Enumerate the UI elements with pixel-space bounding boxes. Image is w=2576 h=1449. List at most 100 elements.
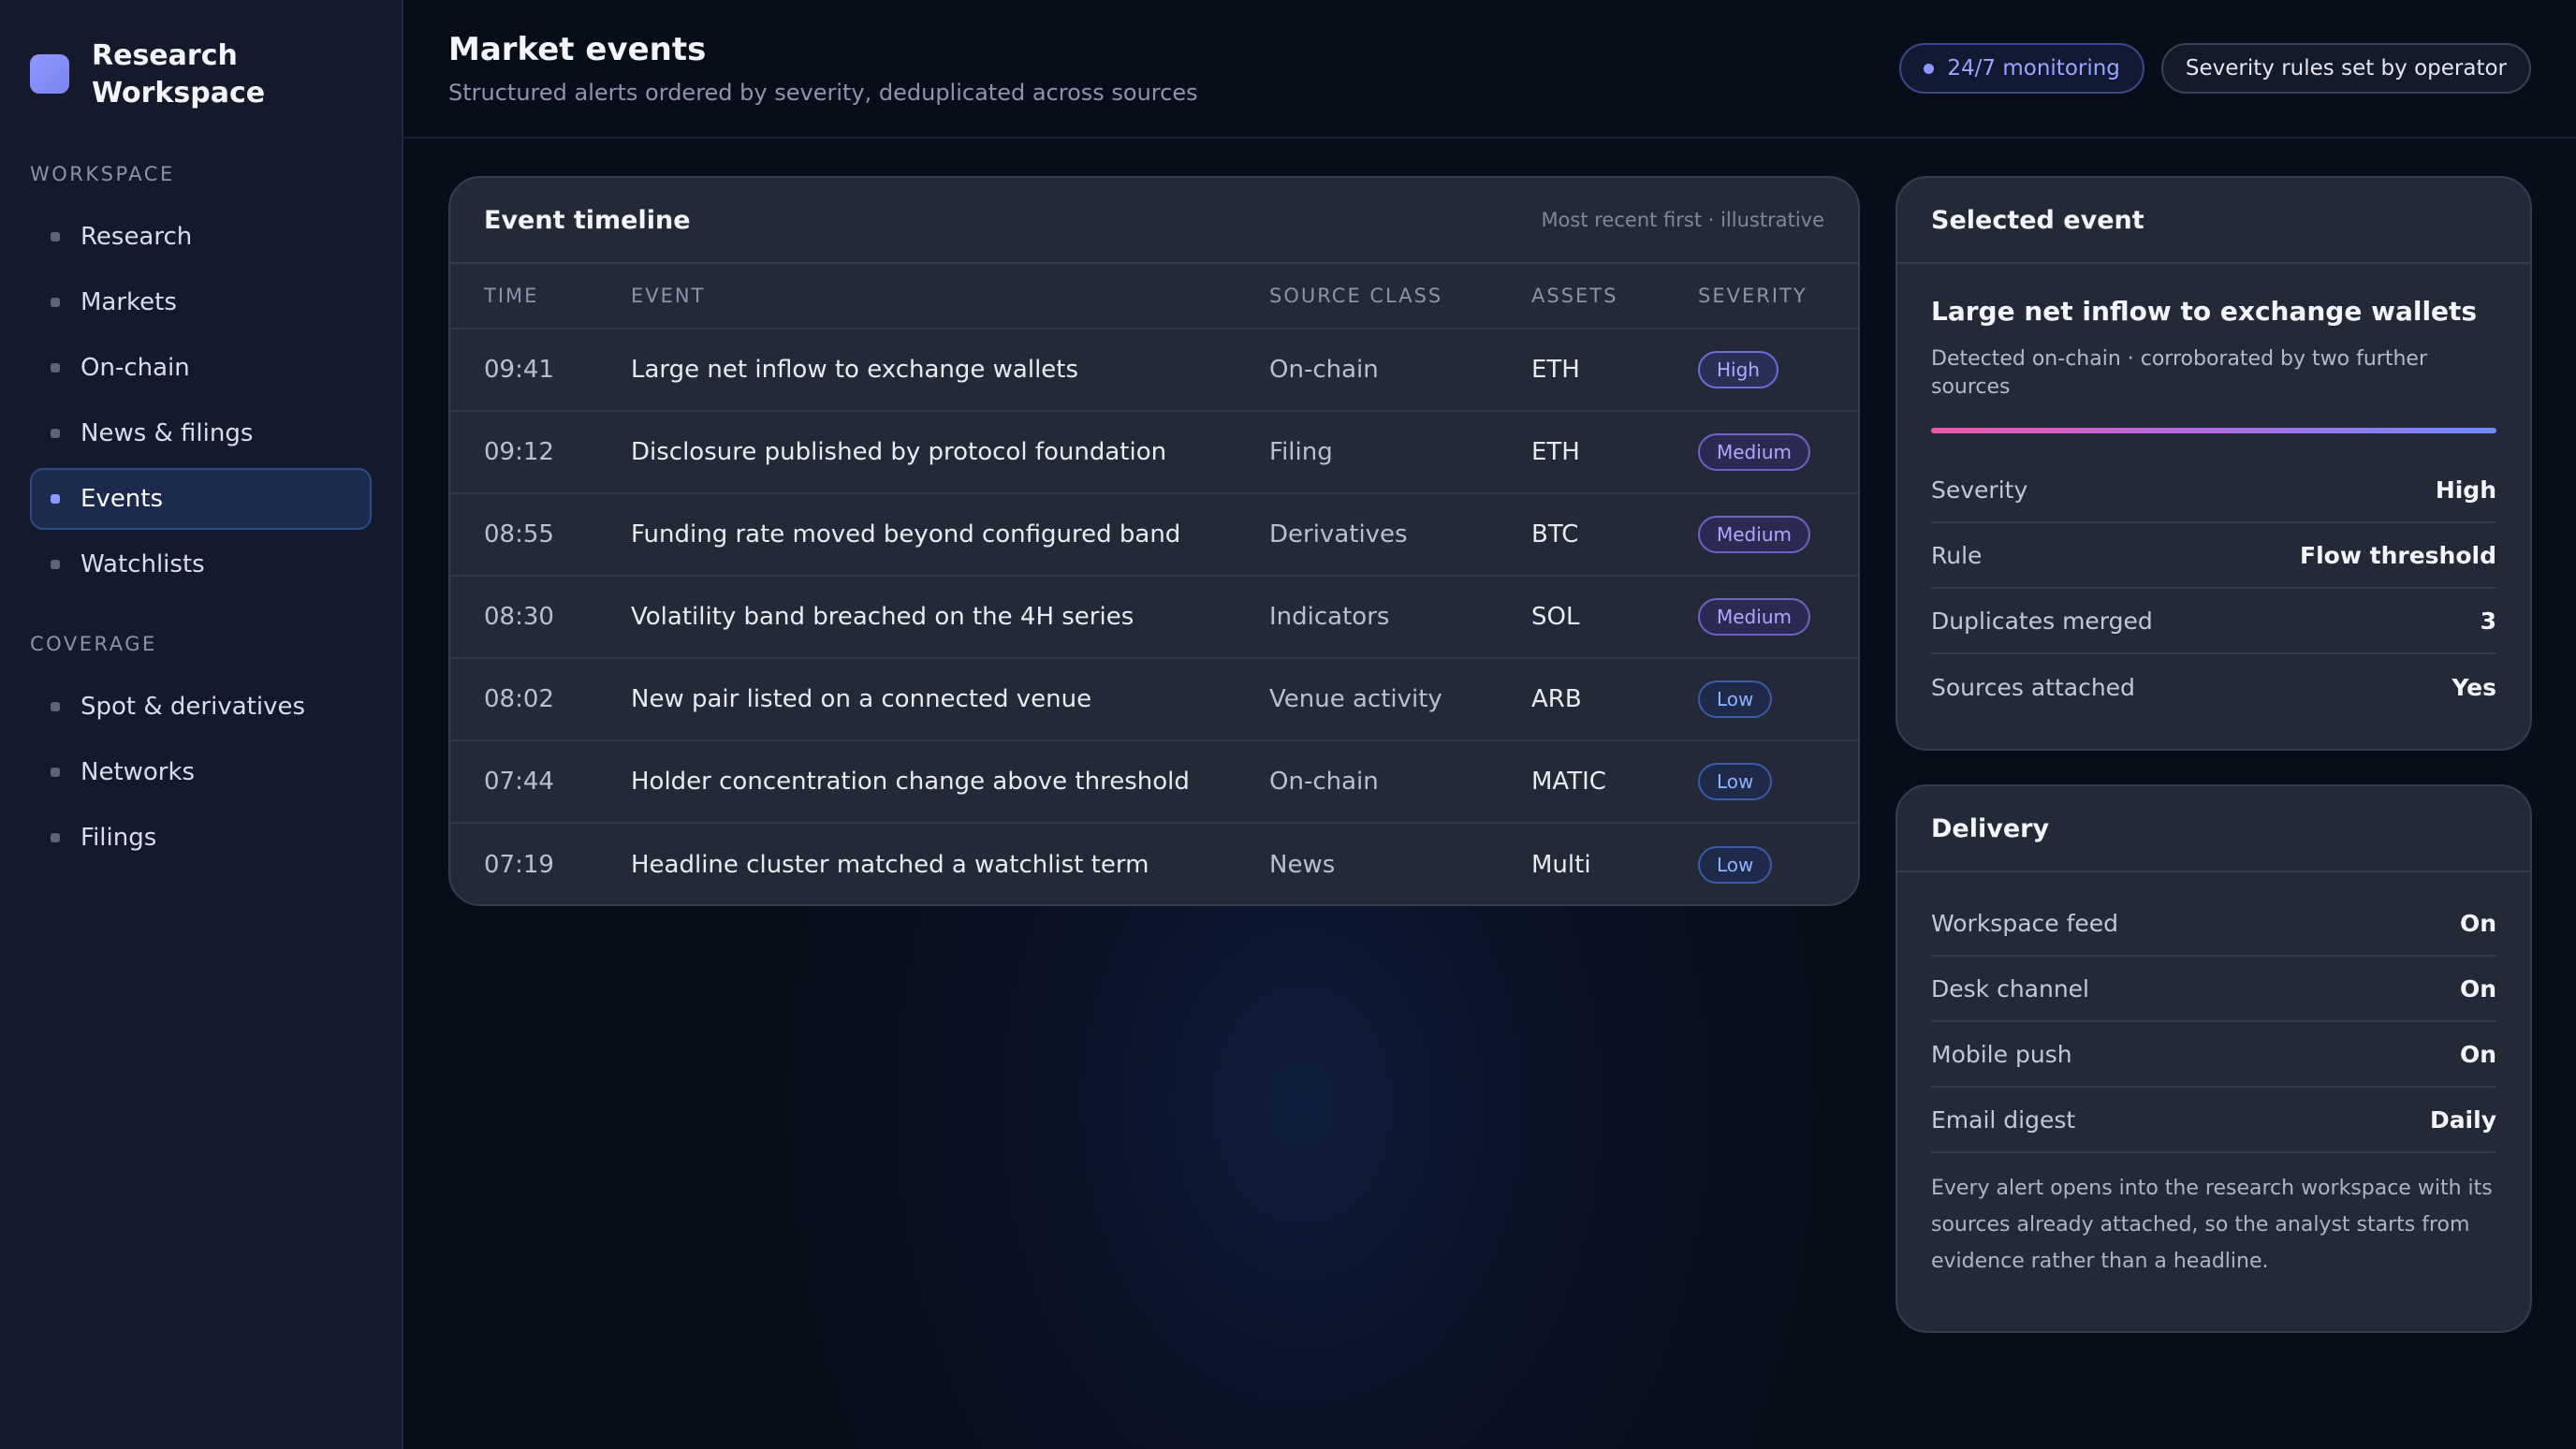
delivery-card-title: Delivery [1931,813,2050,843]
sidebar: Research Workspace Workspace Research Ma… [0,0,403,1449]
brand-logo-icon [30,54,69,94]
detail-row-duplicates-merged: Duplicates merged 3 [1931,589,2496,654]
event-severity: Low [1698,846,1824,884]
delivery-header: Delivery [1897,786,2530,872]
delivery-value: On [2459,1040,2496,1068]
selected-event-header: Selected event [1897,178,2530,264]
delivery-label: Desk channel [1931,974,2090,1003]
delivery-label: Workspace feed [1931,909,2119,937]
detail-row-severity: Severity High [1931,458,2496,523]
bullet-icon [51,560,60,569]
detail-value: Flow threshold [2300,541,2496,569]
sidebar-item-on-chain[interactable]: On-chain [30,337,372,399]
header-pills: 24/7 monitoring Severity rules set by op… [1899,43,2531,94]
event-assets: BTC [1531,520,1579,549]
event-timeline-card: Event timeline Most recent first · illus… [448,176,1860,906]
severity-badge: Medium [1698,516,1810,553]
detail-row-rule: Rule Flow threshold [1931,523,2496,589]
detail-label: Rule [1931,541,1983,569]
brand[interactable]: Research Workspace [30,37,372,112]
sidebar-item-markets[interactable]: Markets [30,271,372,333]
sidebar-item-watchlists[interactable]: Watchlists [30,534,372,595]
section-label-workspace: Workspace [30,163,175,185]
sidebar-item-label: News & filings [80,419,254,447]
event-time: 07:44 [484,768,554,796]
event-time: 08:55 [484,520,554,549]
table-row[interactable]: 08:55 Funding rate moved beyond configur… [450,494,1858,577]
column-header-event[interactable]: Event [631,285,1269,307]
event-source-class: On-chain [1269,768,1379,796]
table-row[interactable]: 07:44 Holder concentration change above … [450,741,1858,824]
delivery-row-workspace-feed[interactable]: Workspace feed On [1931,891,2496,957]
table-row[interactable]: 08:30 Volatility band breached on the 4H… [450,577,1858,659]
column-header-severity[interactable]: Severity [1698,285,1824,307]
event-assets: ETH [1531,356,1580,384]
table-row[interactable]: 09:12 Disclosure published by protocol f… [450,412,1858,494]
event-severity: High [1698,351,1824,388]
table-row[interactable]: 07:19 Headline cluster matched a watchli… [450,824,1858,904]
sidebar-item-filings[interactable]: Filings [30,807,372,869]
delivery-value: On [2459,974,2496,1003]
delivery-row-email-digest[interactable]: Email digest Daily [1931,1088,2496,1153]
delivery-label: Email digest [1931,1105,2076,1134]
event-severity: Medium [1698,433,1824,471]
main-content: Market events Structured alerts ordered … [403,0,2576,1449]
page-header: Market events Structured alerts ordered … [403,0,2576,139]
event-name: Funding rate moved beyond configured ban… [631,520,1181,549]
sidebar-item-spot-derivatives[interactable]: Spot & derivatives [30,676,372,738]
selected-event-title: Large net inflow to exchange wallets [1931,296,2478,327]
event-source-class: Venue activity [1269,685,1442,713]
detail-value: Yes [2452,673,2496,701]
detail-value: 3 [2480,607,2496,635]
detail-row-sources-attached: Sources attached Yes [1931,654,2496,720]
event-timeline-note: Most recent first · illustrative [1541,209,1824,231]
event-timeline-title: Event timeline [484,205,691,235]
severity-badge: Low [1698,681,1773,718]
column-header-source-class[interactable]: Source class [1269,285,1531,307]
sidebar-item-news-filings[interactable]: News & filings [30,402,372,464]
event-severity: Medium [1698,598,1824,636]
event-time: 08:30 [484,603,554,631]
event-time: 07:19 [484,851,554,879]
event-severity: Low [1698,681,1824,718]
sidebar-item-label: Networks [80,758,196,786]
event-source-class: News [1269,851,1336,879]
table-row[interactable]: 08:02 New pair listed on a connected ven… [450,659,1858,741]
monitoring-pill-label: 24/7 monitoring [1947,56,2120,80]
sidebar-item-label: Events [80,485,164,513]
event-source-class: Indicators [1269,603,1390,631]
severity-badge: Low [1698,846,1773,884]
sidebar-item-research[interactable]: Research [30,206,372,268]
event-time: 09:12 [484,438,554,466]
event-name: Holder concentration change above thresh… [631,768,1190,796]
event-assets: ETH [1531,438,1580,466]
delivery-row-mobile-push[interactable]: Mobile push On [1931,1022,2496,1088]
selected-event-description: Detected on-chain · corroborated by two … [1931,347,2427,399]
column-header-assets[interactable]: Assets [1531,285,1698,307]
page-subtitle: Structured alerts ordered by severity, d… [448,80,1198,106]
bullet-icon [51,298,60,307]
monitoring-pill[interactable]: 24/7 monitoring [1899,43,2144,94]
selected-event-card-title: Selected event [1931,205,2144,235]
workspace-nav: Research Markets On-chain News & filings… [30,206,372,595]
bullet-icon [51,768,60,777]
app-root: Research Workspace Workspace Research Ma… [0,0,2576,1449]
column-header-time[interactable]: Time [484,285,631,307]
table-row[interactable]: 09:41 Large net inflow to exchange walle… [450,329,1858,412]
delivery-value: On [2459,909,2496,937]
bullet-icon [51,494,60,504]
sidebar-item-events[interactable]: Events [30,468,372,530]
sidebar-item-networks[interactable]: Networks [30,741,372,803]
event-name: New pair listed on a connected venue [631,685,1092,713]
event-name: Large net inflow to exchange wallets [631,356,1079,384]
table-header-row: Time Event Source class Assets Severity [450,264,1858,329]
delivery-body: Workspace feed On Desk channel On Mobile… [1897,872,2530,1280]
event-source-class: Derivatives [1269,520,1408,549]
detail-label: Duplicates merged [1931,607,2153,635]
delivery-row-desk-channel[interactable]: Desk channel On [1931,957,2496,1022]
severity-rules-pill[interactable]: Severity rules set by operator [2160,43,2531,94]
sidebar-item-label: Filings [80,824,157,852]
bullet-icon [51,702,60,711]
event-severity: Medium [1698,516,1824,553]
event-source-class: On-chain [1269,356,1379,384]
